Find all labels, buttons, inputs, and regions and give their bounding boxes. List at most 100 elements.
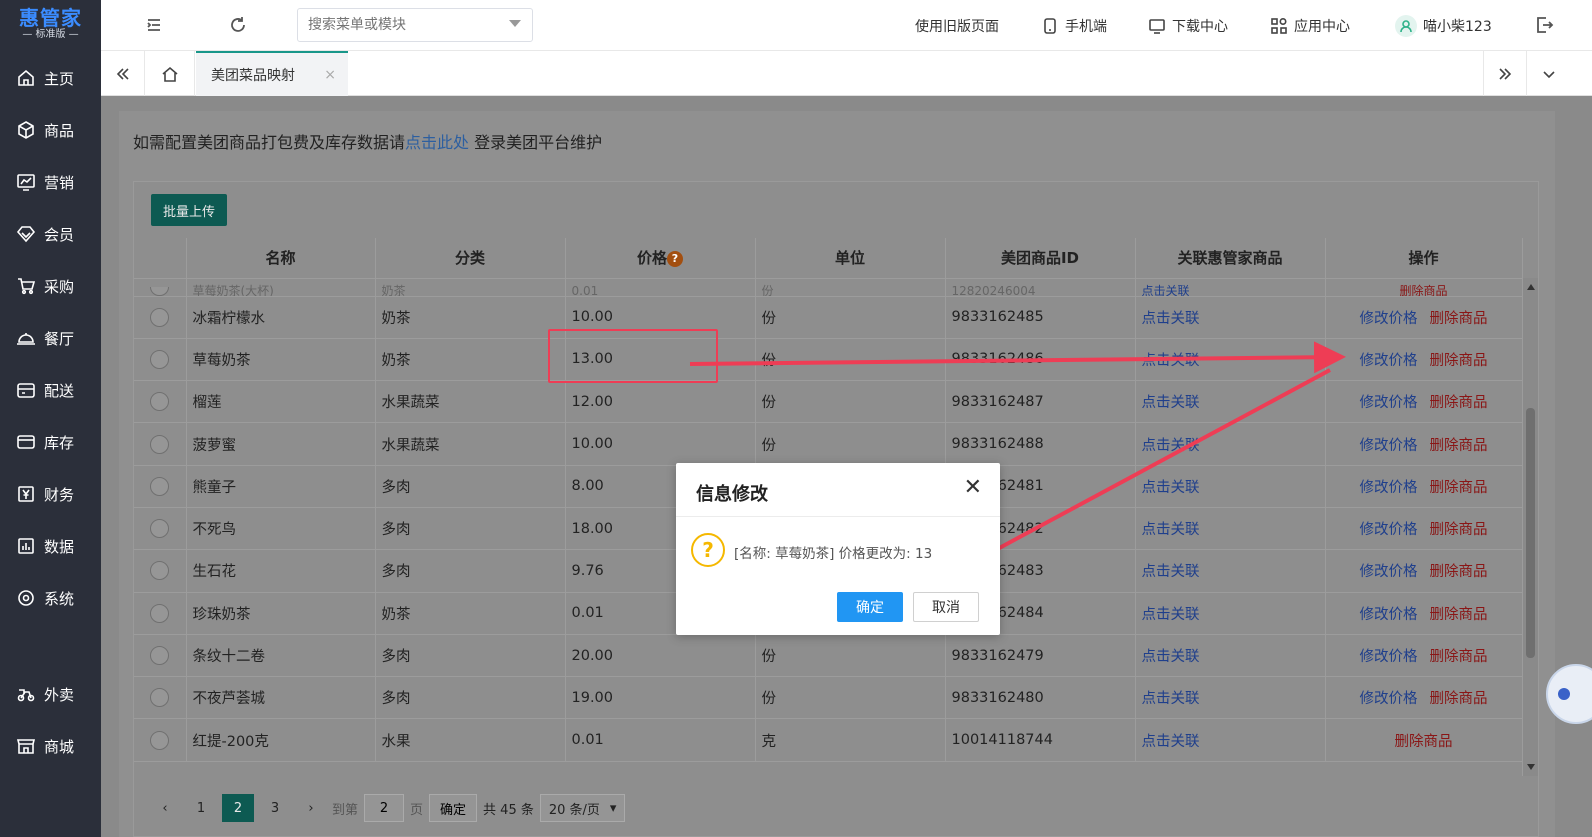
cell-price: 10.00 [565,296,756,339]
goto-page-input[interactable] [364,794,405,822]
delete-product-button[interactable]: 删除商品 [1430,649,1488,665]
tabs-scroll-right-button[interactable] [1483,51,1527,96]
menu-search-input[interactable] [297,8,533,42]
row-radio[interactable] [150,349,170,369]
edit-price-button[interactable]: 修改价格 [1360,353,1418,369]
delete-product-button[interactable]: 删除商品 [1395,734,1453,750]
app-center-link[interactable]: 应用中心 [1270,0,1350,51]
link-product-button[interactable]: 点击关联 [1142,395,1200,411]
refresh-icon[interactable] [227,14,249,36]
batch-upload-button[interactable]: 批量上传 [151,194,227,226]
link-product-button[interactable]: 点击关联 [1142,691,1200,707]
sidebar-item-home[interactable]: 主页 [0,52,101,104]
row-radio[interactable] [150,286,170,295]
sidebar-item-purchase[interactable]: 采购 [0,260,101,312]
scroll-up-arrow-icon[interactable] [1527,284,1535,290]
row-radio[interactable] [150,646,170,666]
sidebar-item-system[interactable]: 系统 [0,572,101,624]
row-radio[interactable] [150,519,170,539]
delete-product-button[interactable]: 删除商品 [1430,353,1488,369]
delete-product-button[interactable]: 删除商品 [1430,564,1488,580]
edit-price-button[interactable]: 修改价格 [1360,480,1418,496]
row-radio[interactable] [150,392,170,412]
edit-price-button[interactable]: 修改价格 [1360,311,1418,327]
old-version-label: 使用旧版页面 [915,18,999,35]
delete-product-button[interactable]: 删除商品 [1399,284,1447,296]
close-icon[interactable]: × [324,67,336,83]
sidebar-item-members[interactable]: 会员 [0,208,101,260]
delete-product-button[interactable]: 删除商品 [1430,480,1488,496]
link-product-button[interactable]: 点击关联 [1142,353,1200,369]
mobile-link[interactable]: 手机端 [1041,0,1107,51]
scroll-thumb[interactable] [1526,408,1535,658]
edit-price-button[interactable]: 修改价格 [1360,691,1418,707]
app-logo[interactable]: 惠管家 — 标准版 — [0,0,101,48]
user-menu[interactable]: 喵小柴123 [1395,0,1492,51]
delete-product-button[interactable]: 删除商品 [1430,311,1488,327]
tabs-menu-button[interactable] [1527,51,1571,96]
help-icon[interactable]: ? [667,250,683,267]
goto-confirm-button[interactable]: 确定 [429,794,478,822]
table-scrollbar[interactable] [1522,278,1538,776]
edit-price-button[interactable]: 修改价格 [1360,395,1418,411]
prev-page-button[interactable]: ‹ [150,794,180,822]
row-radio[interactable] [150,434,170,454]
old-version-link[interactable]: 使用旧版页面 [915,0,999,51]
tab-home[interactable] [145,51,195,96]
dialog-cancel-button[interactable]: 取消 [913,592,979,622]
link-product-button[interactable]: 点击关联 [1142,564,1200,580]
delete-product-button[interactable]: 删除商品 [1430,607,1488,623]
sidebar-item-restaurant[interactable]: 餐厅 [0,312,101,364]
page-3-button[interactable]: 3 [260,794,290,822]
cell-link: 点击关联 [1135,465,1326,508]
close-icon[interactable]: ✕ [964,477,982,499]
link-product-button[interactable]: 点击关联 [1142,480,1200,496]
sidebar-item-mall[interactable]: 商城 [0,720,101,772]
delete-product-button[interactable]: 删除商品 [1430,438,1488,454]
next-page-button[interactable]: › [296,794,326,822]
link-product-button[interactable]: 点击关联 [1142,734,1200,750]
tabs-scroll-left-button[interactable] [101,51,145,96]
sidebar-item-finance[interactable]: 财务 [0,468,101,520]
row-radio[interactable] [150,307,170,327]
row-radio[interactable] [150,603,170,623]
edit-price-button[interactable]: 修改价格 [1360,607,1418,623]
logout-icon[interactable] [1533,14,1555,36]
sidebar-item-data[interactable]: 数据 [0,520,101,572]
sidebar-item-goods[interactable]: 商品 [0,104,101,156]
row-radio[interactable] [150,561,170,581]
delete-product-button[interactable]: 删除商品 [1430,395,1488,411]
delete-product-button[interactable]: 删除商品 [1430,691,1488,707]
edit-price-button[interactable]: 修改价格 [1360,564,1418,580]
edit-price-button[interactable]: 修改价格 [1360,649,1418,665]
sidebar-item-delivery[interactable]: 配送 [0,364,101,416]
scroll-down-arrow-icon[interactable] [1527,764,1535,770]
sidebar-item-label: 商品 [44,121,75,140]
link-product-button[interactable]: 点击关联 [1142,311,1200,327]
edit-price-button[interactable]: 修改价格 [1360,522,1418,538]
delete-product-button[interactable]: 删除商品 [1430,522,1488,538]
link-product-button[interactable]: 点击关联 [1142,649,1200,665]
sidebar-item-marketing[interactable]: 营销 [0,156,101,208]
link-product-button[interactable]: 点击关联 [1142,607,1200,623]
page-size-select[interactable]: 20 条/页 ▾ [539,794,626,822]
tab-meituan-mapping[interactable]: 美团菜品映射 × [196,51,348,96]
page-1-button[interactable]: 1 [186,794,216,822]
link-product-button[interactable]: 点击关联 [1142,522,1200,538]
link-product-button[interactable]: 点击关联 [1142,438,1200,454]
download-center-link[interactable]: 下载中心 [1148,0,1228,51]
sidebar-item-inventory[interactable]: 库存 [0,416,101,468]
page-2-button[interactable]: 2 [222,794,254,822]
meituan-platform-link[interactable]: 点击此处 [405,133,469,152]
notice-prefix: 如需配置美团商品打包费及库存数据请 [133,133,406,152]
chevron-down-icon[interactable] [509,20,521,27]
link-product-button[interactable]: 点击关联 [1142,284,1190,296]
cell-category: 水果 [375,718,566,762]
row-radio[interactable] [150,730,170,750]
edit-price-button[interactable]: 修改价格 [1360,438,1418,454]
menu-toggle-icon[interactable] [143,14,165,36]
row-radio[interactable] [150,688,170,708]
row-radio[interactable] [150,476,170,496]
sidebar-item-takeout[interactable]: 外卖 [0,668,101,720]
dialog-confirm-button[interactable]: 确定 [837,592,903,622]
